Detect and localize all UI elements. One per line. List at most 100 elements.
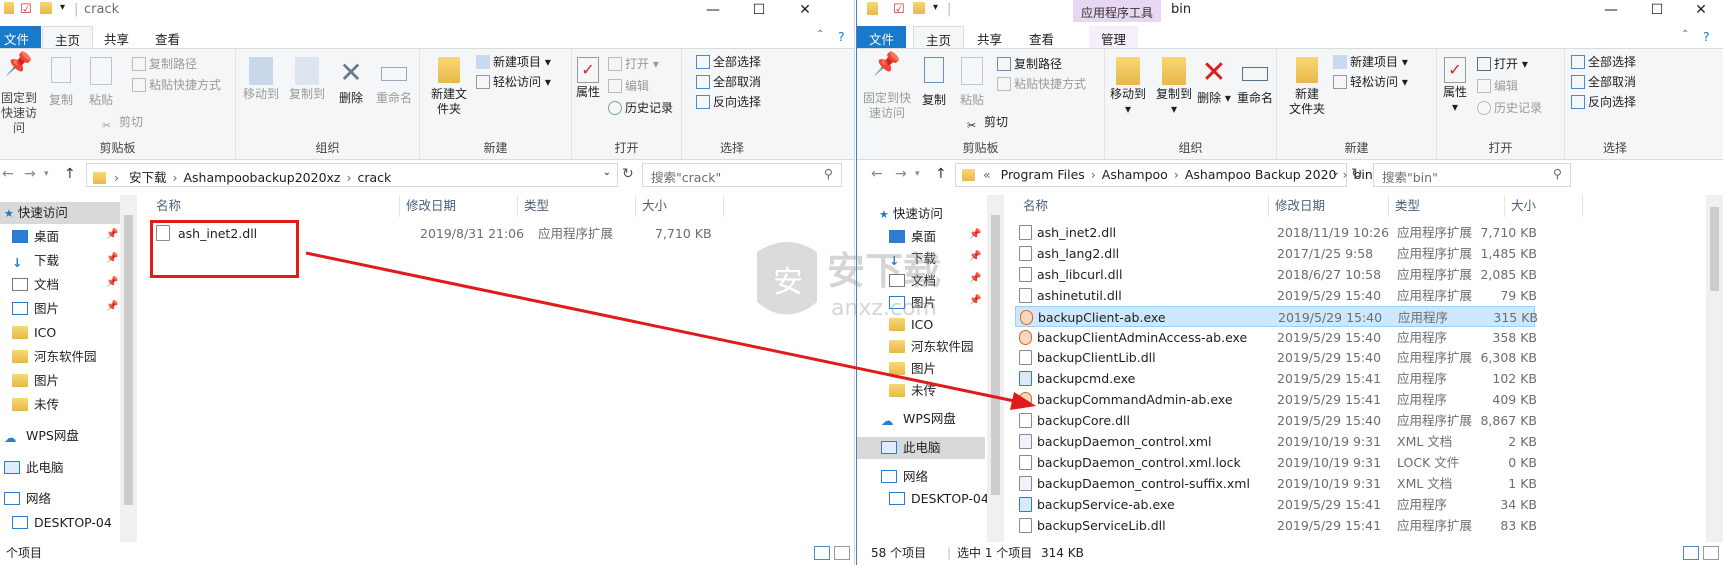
properties-button[interactable]: ✓ 属性 ▾ — [1439, 57, 1471, 115]
file-list-scrollbar-thumb[interactable] — [1710, 207, 1719, 291]
search-icon[interactable]: ⚲ — [824, 166, 833, 181]
file-row[interactable]: backupClientAdminAccess-ab.exe 2019/5/29 … — [1015, 327, 1537, 348]
copy-button[interactable]: 复制 — [917, 57, 951, 108]
minimize-button[interactable]: — — [690, 0, 736, 21]
breadcrumb-segment[interactable]: 安下载 — [129, 170, 167, 185]
pin-quick-access-button[interactable]: 📌 固定到快 速访问 — [863, 54, 911, 121]
nav-quick-access[interactable]: ★ 快速访问 — [0, 202, 120, 224]
address-dropdown-icon[interactable]: ⌄ — [1332, 167, 1340, 178]
forward-arrow-icon[interactable]: → — [895, 166, 907, 182]
column-header-type[interactable]: 类型 — [1389, 195, 1505, 217]
properties-check-icon[interactable]: ☑ — [20, 2, 32, 17]
nav-pictures[interactable]: 图片 — [12, 298, 59, 320]
nav-wps-cloud[interactable]: ☁ WPS网盘 — [881, 408, 956, 430]
rename-button[interactable]: 重命名 — [372, 57, 416, 106]
search-input[interactable]: 搜索"crack" ⚲ — [642, 163, 842, 187]
new-folder-quick-icon[interactable] — [913, 2, 925, 18]
path-overflow-icon[interactable]: « — [983, 167, 991, 182]
pin-quick-access-button[interactable]: 📌 固定到快速访问 — [0, 54, 38, 136]
file-list-scrollbar[interactable] — [1706, 195, 1723, 542]
nav-quick-access[interactable]: ★ 快速访问 — [879, 203, 943, 225]
nav-folder-ico[interactable]: ICO — [12, 322, 56, 344]
tab-file[interactable]: 文件 — [857, 26, 907, 48]
file-row[interactable]: backupClientLib.dll 2019/5/29 15:40 应用程序扩展… — [1015, 347, 1537, 368]
nav-desktop-04[interactable]: DESKTOP-04 — [12, 512, 112, 534]
close-button[interactable]: ✕ — [1678, 0, 1723, 21]
column-header-date[interactable]: 修改日期 — [400, 195, 518, 217]
breadcrumb-segment[interactable]: Ashampoo Backup 2020 — [1185, 167, 1337, 182]
tab-share[interactable]: 共享 — [965, 26, 1014, 48]
select-none-button[interactable]: 全部取消 — [1571, 73, 1636, 93]
breadcrumb-segment[interactable]: Ashampoobackup2020xz — [183, 170, 340, 185]
tab-file[interactable]: 文件 — [0, 26, 42, 48]
properties-button[interactable]: ✓ 属性 — [572, 57, 604, 100]
invert-selection-button[interactable]: 反向选择 — [696, 93, 761, 113]
breadcrumb-segment[interactable]: Program Files — [1001, 167, 1085, 182]
rename-button[interactable]: 重命名 — [1233, 57, 1277, 106]
nav-desktop-04[interactable]: DESKTOP-04 — [889, 488, 989, 510]
search-icon[interactable]: ⚲ — [1553, 166, 1562, 181]
customize-toolbar-icon[interactable]: ▾ — [60, 2, 65, 13]
copy-button[interactable]: 复制 — [44, 57, 78, 108]
invert-selection-button[interactable]: 反向选择 — [1571, 93, 1636, 113]
maximize-button[interactable]: ☐ — [736, 0, 782, 21]
column-header-size[interactable]: 大小 — [1505, 195, 1583, 217]
help-icon[interactable]: ? — [1691, 26, 1722, 48]
tab-manage[interactable]: 管理 — [1089, 26, 1139, 48]
refresh-icon[interactable]: ↻ — [1351, 166, 1363, 182]
tab-home[interactable]: 主页 — [42, 26, 94, 48]
minimize-button[interactable]: — — [1588, 0, 1634, 21]
file-row[interactable]: ash_lang2.dll 2017/1/25 9:58 应用程序扩展 1,485 K… — [1015, 243, 1537, 264]
paste-shortcut-button[interactable]: 粘贴快捷方式 — [132, 76, 221, 96]
file-row[interactable]: backupService-ab.exe 2019/5/29 15:41 应用程序 3… — [1015, 494, 1537, 515]
breadcrumb-segment[interactable]: crack — [358, 170, 392, 185]
nav-this-pc[interactable]: 此电脑 — [4, 457, 64, 479]
column-header-name[interactable]: 名称 — [150, 195, 400, 217]
new-folder-button[interactable]: 新建 文件夹 — [1285, 57, 1329, 117]
tab-view[interactable]: 查看 — [1017, 26, 1066, 48]
easy-access-button[interactable]: 轻松访问 ▾ — [476, 73, 551, 93]
maximize-button[interactable]: ☐ — [1634, 0, 1680, 21]
edit-button[interactable]: 编辑 — [608, 77, 649, 97]
large-icons-view-icon[interactable] — [834, 546, 850, 560]
file-row[interactable]: ash_libcurl.dll 2018/6/27 10:58 应用程序扩展 2,08… — [1015, 264, 1537, 285]
tab-share[interactable]: 共享 — [92, 26, 141, 48]
nav-scrollbar[interactable] — [120, 195, 137, 542]
recent-chevron-down-icon[interactable]: ▾ — [915, 169, 920, 179]
details-view-icon[interactable] — [814, 546, 830, 560]
cut-button[interactable]: ✂ 剪切 — [967, 113, 1008, 133]
tab-home[interactable]: 主页 — [913, 26, 965, 48]
file-row[interactable]: ashinetutil.dll 2019/5/29 15:40 应用程序扩展 79 K… — [1015, 285, 1537, 306]
file-row[interactable]: backupCommandAdmin-ab.exe 2019/5/29 15:41… — [1015, 389, 1537, 410]
select-none-button[interactable]: 全部取消 — [696, 73, 761, 93]
column-header-type[interactable]: 类型 — [518, 195, 636, 217]
breadcrumb-segment[interactable]: Ashampoo — [1102, 167, 1168, 182]
nav-folder-weichuan[interactable]: 未传 — [889, 380, 936, 402]
nav-scrollbar-thumb[interactable] — [991, 215, 1000, 495]
file-row[interactable]: backupcmd.exe 2019/5/29 15:41 应用程序 102 KB — [1015, 368, 1537, 389]
nav-scrollbar[interactable] — [987, 195, 1004, 542]
nav-this-pc[interactable]: 此电脑 — [857, 437, 985, 459]
address-bar[interactable]: « Program Files › Ashampoo › Ashampoo Backup… — [955, 163, 1373, 187]
cut-button[interactable]: ✂ 剪切 — [102, 113, 143, 133]
nav-documents[interactable]: 文档 — [12, 274, 59, 296]
history-button[interactable]: 历史记录 — [1477, 99, 1542, 119]
paste-button[interactable]: 粘贴 — [84, 57, 118, 108]
recent-chevron-down-icon[interactable]: ▾ — [44, 169, 49, 179]
nav-folder-weichuan[interactable]: 未传 — [12, 394, 59, 416]
file-row[interactable]: backupServiceLib.dll 2019/5/29 15:41 应用程序扩… — [1015, 515, 1537, 536]
column-header-size[interactable]: 大小 — [636, 195, 724, 217]
forward-arrow-icon[interactable]: → — [24, 166, 36, 182]
new-folder-quick-icon[interactable] — [40, 2, 52, 18]
copy-to-button[interactable]: 复制到 ▾ — [1153, 57, 1195, 117]
properties-check-icon[interactable]: ☑ — [893, 2, 905, 17]
nav-network[interactable]: 网络 — [881, 466, 928, 488]
column-header-date[interactable]: 修改日期 — [1269, 195, 1389, 217]
address-bar[interactable]: › 安下载 › Ashampoobackup2020xz › crack ⌄ — [86, 163, 618, 187]
nav-folder-hedong[interactable]: 河东软件园 — [12, 346, 97, 368]
history-button[interactable]: 历史记录 — [608, 99, 673, 119]
select-all-button[interactable]: 全部选择 — [696, 53, 761, 73]
file-row[interactable]: backupDaemon_control.xml.lock 2019/10/19 … — [1015, 452, 1537, 473]
customize-toolbar-icon[interactable]: ▾ — [933, 2, 938, 13]
open-button[interactable]: 打开 ▾ — [608, 55, 659, 75]
